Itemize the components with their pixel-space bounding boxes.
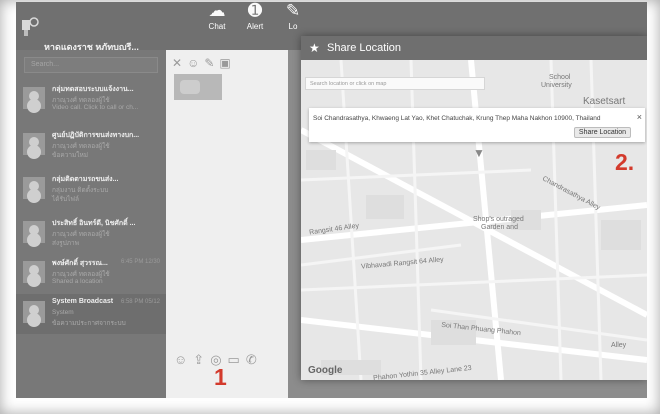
avatar (23, 177, 45, 199)
tab-chat-label: Chat (208, 22, 226, 31)
modal-title: Share Location (327, 42, 401, 54)
map-label: Alley (611, 342, 627, 349)
image-thumbnail[interactable] (174, 74, 222, 100)
chat-panel: ✕☺✎▣ ☺ ⇪ ◎ ▭ ✆ (166, 50, 288, 398)
google-logo: Google (308, 365, 343, 376)
broadcast-icon (23, 301, 45, 323)
share-location-button[interactable]: Share Location (573, 127, 631, 138)
avatar (23, 261, 45, 283)
chat-list-item-system[interactable]: System Broadcast 6:58 PM 05/12 System ข้… (16, 294, 166, 334)
chat-title: กลุ่มทดสอบระบบแจ้งงาน... (52, 86, 134, 93)
avatar (23, 87, 45, 109)
chat-list-item[interactable]: ศูนย์ปฏิบัติการขนส่งทางบก... ภาณุวงศ์ ทด… (16, 126, 166, 166)
location-icon: ✎ (285, 2, 301, 20)
map-label: Shop's outraged (473, 216, 524, 223)
tab-alert[interactable]: ➊ Alert (240, 2, 270, 31)
chat-title: กลุ่มติดตามรถขนส่ง... (52, 176, 119, 183)
chat-preview: ข้อความประกาศจากระบบ (52, 320, 126, 327)
tab-location-label: Lo (288, 22, 298, 31)
chat-list-item[interactable]: ประสิทธิ์ อินทร์ดี, นิชศักดิ์ ... ภาณุวง… (16, 214, 166, 254)
map-label: University (541, 82, 572, 89)
selected-address: Soi Chandrasathya, Khwaeng Lat Yao, Khet… (313, 115, 601, 122)
upload-icon[interactable]: ⇪ (193, 352, 204, 367)
chat-preview: Shared a location (52, 278, 103, 285)
star-icon: ★ (309, 41, 320, 55)
chat-title: ประสิทธิ์ อินทร์ดี, นิชศักดิ์ ... (52, 220, 136, 227)
edit-icon[interactable]: ▣ (219, 56, 235, 70)
phone-icon[interactable]: ✆ (246, 352, 257, 367)
step-annotation-2: 2. (615, 149, 635, 175)
tab-chat[interactable]: ☁ Chat (202, 2, 232, 31)
chat-preview: ส่งรูปภาพ (52, 240, 79, 247)
map-label: School (549, 74, 571, 81)
chat-list-item[interactable]: พงษ์ศักดิ์ สุวรรณ... 6:45 PM 12/30 ภาณุว… (16, 254, 166, 294)
alert-icon: ➊ (247, 2, 263, 20)
chat-time: 6:45 PM 12/30 (120, 259, 160, 265)
chat-toolbar: ✕☺✎▣ (172, 56, 236, 70)
chat-time: 6:58 PM 05/12 (120, 299, 160, 305)
chat-preview: ข้อความใหม่ (52, 152, 89, 159)
chat-title: พงษ์ศักดิ์ สุวรรณ... (52, 260, 108, 267)
avatar (23, 221, 45, 243)
chat-title: ศูนย์ปฏิบัติการขนส่งทางบก... (52, 132, 140, 139)
modal-header: ★ Share Location (301, 36, 647, 60)
avatar (23, 133, 45, 155)
user-icon[interactable]: ☺ (187, 56, 204, 70)
chat-list-item[interactable]: กลุ่มทดสอบระบบแจ้งงาน... ภาณุวงศ์ ทดลองผ… (16, 80, 166, 120)
emoji-icon[interactable]: ☺ (174, 352, 187, 367)
map-pin-icon: ▼ (473, 146, 485, 160)
tab-alert-label: Alert (246, 22, 264, 31)
map-label: Kasetsart (583, 96, 626, 107)
chat-preview: Video call. Click to call or ch... (52, 104, 139, 111)
map-canvas[interactable]: School University Kasetsart Shop's outra… (301, 59, 647, 380)
chat-preview: ได้รับไฟล์ (52, 196, 79, 203)
map-label: Garden and (481, 224, 518, 231)
share-location-modal: ★ Share Location School University Kaset… (301, 36, 647, 380)
chat-sender: System (52, 309, 74, 316)
app-logo-icon (22, 17, 39, 36)
screenshot-frame: หาดแดงราช หภัทบุญรี... ☁ Chat ➊ Alert ✎ … (0, 0, 660, 414)
close-icon[interactable]: ✕ (172, 56, 187, 70)
pencil-icon[interactable]: ✎ (204, 56, 219, 70)
step-annotation-1: 1 (214, 364, 227, 390)
chat-bubble-icon: ☁ (208, 2, 226, 20)
sidebar-search-input[interactable]: Search... (24, 57, 158, 73)
chat-title: System Broadcast (52, 298, 114, 305)
close-icon[interactable]: × (637, 112, 642, 122)
location-info-window: Soi Chandrasathya, Khwaeng Lat Yao, Khet… (309, 108, 645, 142)
app-window: หาดแดงราช หภัทบุญรี... ☁ Chat ➊ Alert ✎ … (16, 2, 647, 398)
chat-sidebar: Search... กลุ่มทดสอบระบบแจ้งงาน... ภาณุว… (16, 50, 166, 398)
tab-location[interactable]: ✎ Lo (278, 2, 308, 31)
chat-list-item[interactable]: กลุ่มติดตามรถขนส่ง... กลุ่มงาน ติดตั้งระ… (16, 170, 166, 210)
video-icon[interactable]: ▭ (228, 352, 240, 367)
map-search-input[interactable]: Search location or click on map (305, 77, 485, 90)
